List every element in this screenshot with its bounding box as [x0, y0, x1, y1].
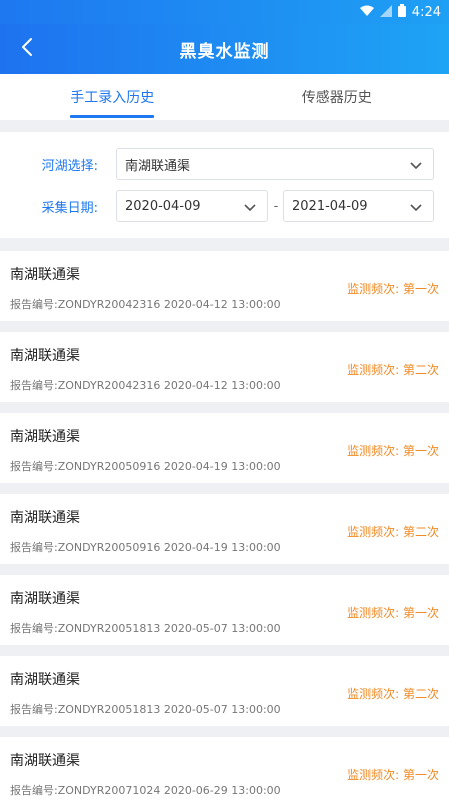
back-button[interactable]	[12, 34, 42, 64]
river-row: 河湖选择: 南湖联通渠	[0, 148, 449, 180]
tab-bar: 手工录入历史 传感器历史	[0, 74, 449, 120]
record-report: 报告编号:ZONDYR20042316 2020-04-12 13:00:00	[10, 379, 281, 392]
end-date-value: 2021-04-09	[292, 198, 368, 214]
date-row: 采集日期: 2020-04-09 - 2021-04-09	[0, 190, 449, 222]
list-item[interactable]: 南湖联通渠 报告编号:ZONDYR20050916 2020-04-19 13:…	[0, 413, 449, 483]
record-report: 报告编号:ZONDYR20042316 2020-04-12 13:00:00	[10, 298, 281, 311]
river-select-value: 南湖联通渠	[125, 158, 191, 174]
record-report: 报告编号:ZONDYR20071024 2020-06-29 13:00:00	[10, 784, 281, 797]
record-frequency: 监测频次: 第一次	[347, 606, 439, 620]
date-separator: -	[273, 198, 279, 214]
start-date-select[interactable]: 2020-04-09	[116, 190, 268, 222]
app-header: 黑臭水监测	[0, 24, 449, 74]
record-river-name: 南湖联通渠	[10, 753, 80, 769]
chevron-down-icon	[409, 200, 423, 214]
list-item[interactable]: 南湖联通渠 报告编号:ZONDYR20071024 2020-06-29 13:…	[0, 737, 449, 799]
record-frequency: 监测频次: 第一次	[347, 444, 439, 458]
chevron-down-icon	[409, 158, 423, 172]
list-item[interactable]: 南湖联通渠 报告编号:ZONDYR20042316 2020-04-12 13:…	[0, 332, 449, 402]
list-item[interactable]: 南湖联通渠 报告编号:ZONDYR20051813 2020-05-07 13:…	[0, 575, 449, 645]
record-river-name: 南湖联通渠	[10, 591, 80, 607]
record-river-name: 南湖联通渠	[10, 429, 80, 445]
battery-icon	[397, 4, 406, 20]
filter-panel: 河湖选择: 南湖联通渠 采集日期: 2020-04-09 - 2021-04-0…	[0, 132, 449, 238]
record-river-name: 南湖联通渠	[10, 267, 80, 283]
tab-sensor-history[interactable]: 传感器历史	[225, 74, 449, 120]
record-frequency: 监测频次: 第一次	[347, 768, 439, 782]
end-date-select[interactable]: 2021-04-09	[283, 190, 434, 222]
list-item[interactable]: 南湖联通渠 报告编号:ZONDYR20050916 2020-04-19 13:…	[0, 494, 449, 564]
record-river-name: 南湖联通渠	[10, 510, 80, 526]
record-frequency: 监测频次: 第二次	[347, 363, 439, 377]
record-report: 报告编号:ZONDYR20050916 2020-04-19 13:00:00	[10, 460, 281, 473]
date-label: 采集日期:	[41, 200, 98, 216]
status-time: 4:24	[411, 4, 441, 20]
page-title: 黑臭水监测	[179, 41, 270, 62]
record-river-name: 南湖联通渠	[10, 672, 80, 688]
wifi-icon	[359, 5, 374, 20]
tab-manual-history[interactable]: 手工录入历史	[0, 74, 225, 120]
status-bar: 4:24	[0, 0, 449, 24]
record-frequency: 监测频次: 第二次	[347, 525, 439, 539]
list-item[interactable]: 南湖联通渠 报告编号:ZONDYR20051813 2020-05-07 13:…	[0, 656, 449, 726]
record-report: 报告编号:ZONDYR20051813 2020-05-07 13:00:00	[10, 622, 281, 635]
river-select[interactable]: 南湖联通渠	[116, 148, 434, 180]
list-item[interactable]: 南湖联通渠 报告编号:ZONDYR20042316 2020-04-12 13:…	[0, 251, 449, 321]
start-date-value: 2020-04-09	[125, 198, 201, 214]
river-label: 河湖选择:	[41, 158, 98, 174]
chevron-left-icon	[21, 37, 33, 61]
chevron-down-icon	[243, 200, 257, 214]
record-river-name: 南湖联通渠	[10, 348, 80, 364]
record-frequency: 监测频次: 第一次	[347, 282, 439, 296]
record-frequency: 监测频次: 第二次	[347, 687, 439, 701]
record-report: 报告编号:ZONDYR20050916 2020-04-19 13:00:00	[10, 541, 281, 554]
signal-icon	[379, 4, 392, 20]
record-report: 报告编号:ZONDYR20051813 2020-05-07 13:00:00	[10, 703, 281, 716]
